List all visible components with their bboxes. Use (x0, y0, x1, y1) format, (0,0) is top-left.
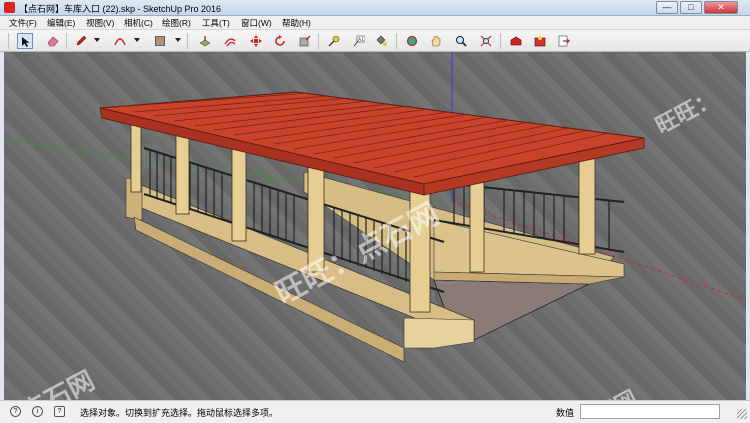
zoom-extents-icon (480, 35, 492, 47)
text-tool-button[interactable]: A1 (351, 33, 367, 49)
toolbar-separator (8, 33, 9, 49)
eraser-tool-button[interactable] (45, 33, 61, 49)
layout-icon (558, 35, 570, 47)
right-wall-top (433, 219, 625, 278)
rotate-tool-button[interactable] (272, 33, 288, 49)
main-toolbar: A1 (0, 30, 750, 52)
text-label-icon: A1 (353, 35, 365, 47)
svg-text:A1: A1 (358, 37, 364, 43)
tape-measure-icon (328, 35, 340, 47)
window-title: 【点石网】车库入口 (22).skp - SketchUp Pro 2016 (19, 4, 222, 14)
arrow-cursor-icon (22, 37, 30, 47)
rotate-icon (275, 35, 285, 46)
arc-dropdown-arrow[interactable] (134, 38, 140, 42)
zoom-extents-tool-button[interactable] (478, 33, 494, 49)
menu-edit[interactable]: 编辑(E) (47, 17, 75, 29)
measurements-label: 数值 (556, 408, 575, 418)
toolbar-separator (187, 33, 188, 49)
geo-location-icon[interactable]: ? (10, 406, 21, 417)
menu-view[interactable]: 视图(V) (86, 17, 114, 29)
credits-icon[interactable]: i (32, 406, 43, 417)
close-button[interactable]: ✕ (704, 1, 738, 14)
minimize-button[interactable]: — (656, 1, 678, 14)
push-pull-icon (199, 36, 211, 47)
paint-bucket-icon (376, 35, 387, 46)
model-viewport[interactable]: 旺旺： 旺旺：点石网 点石网 点石网 (4, 52, 746, 400)
menu-bar: 文件(F) 编辑(E) 视图(V) 相机(C) 绘图(R) 工具(T) 窗口(W… (0, 16, 750, 30)
move-icon (250, 35, 262, 47)
rectangle-tool-button[interactable] (152, 33, 168, 49)
paint-bucket-tool-button[interactable] (373, 33, 389, 49)
toolbar-separator (318, 33, 319, 49)
pan-tool-button[interactable] (428, 33, 444, 49)
menu-tools[interactable]: 工具(T) (202, 17, 230, 29)
status-message: 选择对象。切换到扩充选择。拖动鼠标选择多项。 (80, 408, 279, 418)
move-tool-button[interactable] (248, 33, 264, 49)
column (578, 157, 596, 255)
pencil-dropdown-arrow[interactable] (94, 38, 100, 42)
sketchup-app-icon[interactable] (4, 2, 15, 13)
zoom-tool-button[interactable] (453, 33, 469, 49)
base-step (403, 317, 475, 349)
send-to-layout-tool-button[interactable] (556, 33, 572, 49)
menu-camera[interactable]: 相机(C) (124, 17, 153, 29)
scale-icon (299, 35, 311, 47)
tape-measure-tool-button[interactable] (326, 33, 342, 49)
status-bar: ? i ? 选择对象。切换到扩充选择。拖动鼠标选择多项。 数值 (0, 400, 750, 423)
rectangle-dropdown-arrow[interactable] (175, 38, 181, 42)
arc-tool-button[interactable] (112, 33, 128, 49)
menu-help[interactable]: 帮助(H) (282, 17, 311, 29)
column (231, 148, 247, 242)
column (469, 171, 485, 273)
orbit-icon (406, 35, 418, 47)
scale-tool-button[interactable] (297, 33, 313, 49)
menu-draw[interactable]: 绘图(R) (162, 17, 191, 29)
instructor-icon[interactable]: ? (54, 406, 65, 417)
select-tool-button[interactable] (17, 33, 33, 49)
magnifier-icon (455, 35, 467, 47)
eraser-icon (47, 36, 59, 47)
hand-icon (431, 35, 441, 47)
offset-icon (224, 38, 236, 47)
maximize-button[interactable]: □ (680, 1, 702, 14)
warehouse-icon (510, 36, 522, 46)
toolbar-separator (500, 33, 501, 49)
window-frame-right (746, 52, 750, 400)
orbit-tool-button[interactable] (404, 33, 420, 49)
measurements-input[interactable] (580, 404, 720, 419)
menu-window[interactable]: 窗口(W) (241, 17, 272, 29)
resize-grip[interactable] (737, 409, 747, 419)
warehouse-tool-button[interactable] (508, 33, 524, 49)
arc-icon (114, 38, 126, 46)
title-bar: 【点石网】车库入口 (22).skp - SketchUp Pro 2016 —… (0, 0, 750, 16)
pencil-icon (76, 35, 87, 46)
pencil-tool-button[interactable] (73, 33, 89, 49)
extension-warehouse-tool-button[interactable] (532, 33, 548, 49)
rectangle-icon (155, 36, 165, 46)
toolbar-separator (396, 33, 397, 49)
push-pull-tool-button[interactable] (197, 33, 213, 49)
column (130, 121, 142, 193)
menu-file[interactable]: 文件(F) (9, 17, 37, 29)
extension-icon (534, 36, 546, 47)
offset-tool-button[interactable] (222, 33, 238, 49)
toolbar-separator (66, 33, 67, 49)
column (175, 131, 190, 215)
